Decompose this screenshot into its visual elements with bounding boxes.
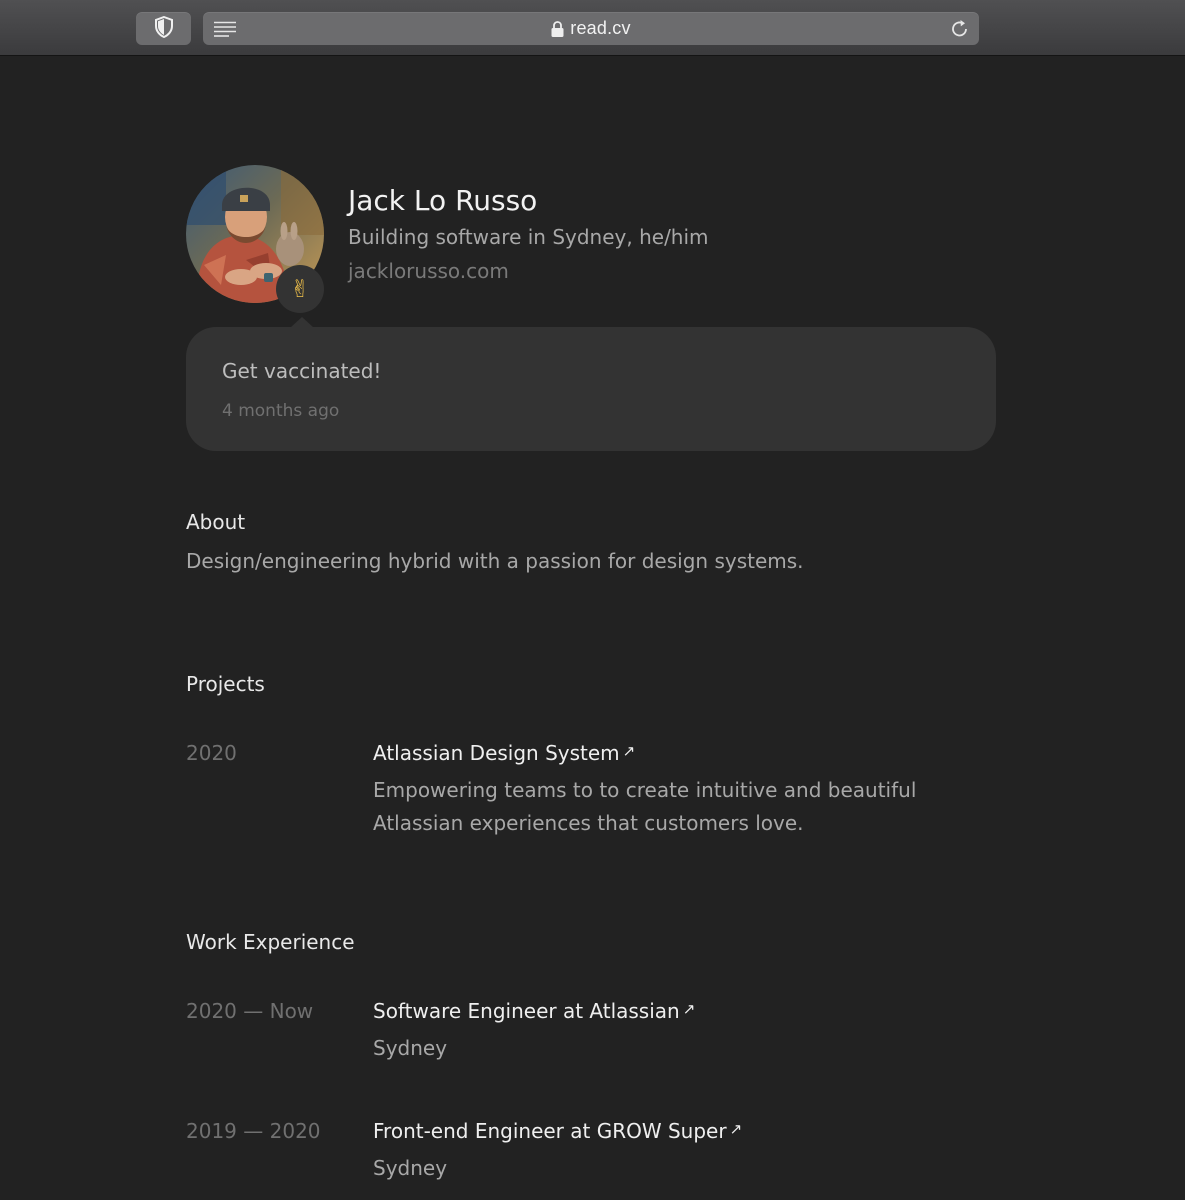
work-location: Sydney [373,1156,448,1180]
work-dates: 2019 — 2020 [186,1119,321,1143]
url-text: read.cv [570,18,631,38]
external-link-icon: ↗ [622,742,636,760]
external-link-icon: ↗ [682,1000,696,1018]
work-title: Software Engineer at Atlassian [373,999,680,1023]
project-title-link[interactable]: Atlassian Design System ↗ [373,741,635,765]
work-title: Front-end Engineer at GROW Super [373,1119,727,1143]
status-timestamp: 4 months ago [222,401,340,421]
work-location: Sydney [373,1036,448,1060]
project-description-line: Atlassian experiences that customers lov… [373,811,804,835]
external-link-icon: ↗ [729,1120,743,1138]
avatar-container: ✌ [186,165,324,313]
project-year: 2020 [186,741,237,765]
profile-tagline: Building software in Sydney, he/him [348,225,709,249]
project-title: Atlassian Design System [373,741,620,765]
shield-icon [154,15,174,42]
about-text: Design/engineering hybrid with a passion… [186,549,804,573]
lock-icon [551,20,564,37]
work-dates: 2020 — Now [186,999,314,1023]
work-experience-heading: Work Experience [186,930,355,954]
status-pointer [290,317,314,328]
status-text: Get vaccinated! [222,359,382,383]
work-title-link[interactable]: Front-end Engineer at GROW Super ↗ [373,1119,742,1143]
privacy-report-button[interactable] [136,12,191,45]
browser-toolbar: read.cv [0,0,1185,56]
address-bar[interactable]: read.cv [203,12,979,45]
projects-heading: Projects [186,672,265,696]
about-heading: About [186,510,246,534]
profile-name: Jack Lo Russo [348,184,538,217]
work-title-link[interactable]: Software Engineer at Atlassian ↗ [373,999,695,1023]
status-card: Get vaccinated! 4 months ago [186,317,996,451]
peace-sign-emoji[interactable]: ✌ [276,265,324,313]
project-description: Empowering teams to to create intuitive … [373,774,916,840]
website-link[interactable]: jacklorusso.com [348,259,509,283]
reload-icon[interactable] [949,18,971,40]
project-description-line: Empowering teams to to create intuitive … [373,778,917,802]
